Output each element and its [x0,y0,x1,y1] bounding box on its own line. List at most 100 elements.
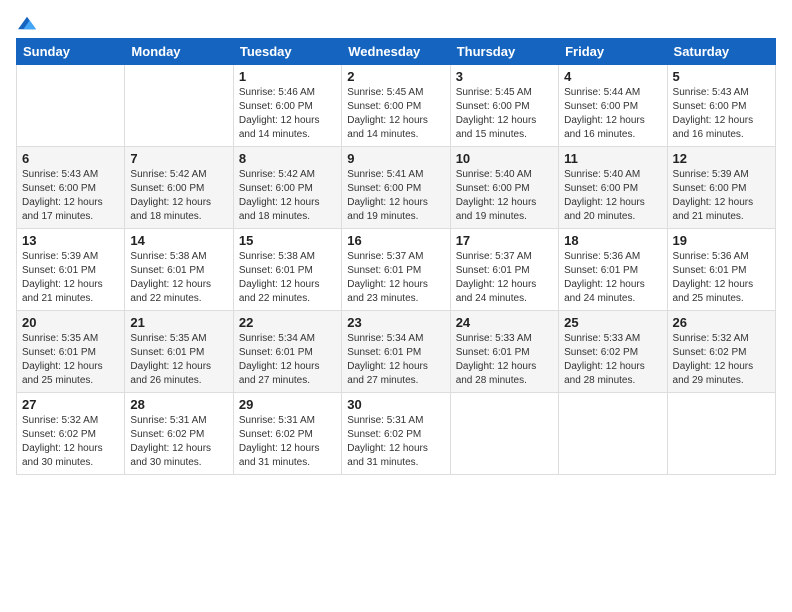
day-number: 29 [239,397,336,412]
day-number: 18 [564,233,661,248]
logo [16,16,36,30]
day-number: 20 [22,315,119,330]
day-number: 5 [673,69,770,84]
calendar-cell: 28 Sunrise: 5:31 AMSunset: 6:02 PMDayligh… [125,393,233,475]
day-info: Sunrise: 5:40 AMSunset: 6:00 PMDaylight:… [456,168,553,224]
day-number: 22 [239,315,336,330]
weekday-header-thursday: Thursday [450,39,558,65]
day-number: 12 [673,151,770,166]
calendar-cell: 24 Sunrise: 5:33 AMSunset: 6:01 PMDayligh… [450,311,558,393]
calendar-cell: 13 Sunrise: 5:39 AMSunset: 6:01 PMDayligh… [17,229,125,311]
day-number: 14 [130,233,227,248]
calendar-cell: 23 Sunrise: 5:34 AMSunset: 6:01 PMDayligh… [342,311,450,393]
day-number: 23 [347,315,444,330]
day-number: 21 [130,315,227,330]
day-info: Sunrise: 5:42 AMSunset: 6:00 PMDaylight:… [130,168,227,224]
calendar-cell: 16 Sunrise: 5:37 AMSunset: 6:01 PMDayligh… [342,229,450,311]
day-info: Sunrise: 5:42 AMSunset: 6:00 PMDaylight:… [239,168,336,224]
day-info: Sunrise: 5:38 AMSunset: 6:01 PMDaylight:… [239,250,336,306]
day-info: Sunrise: 5:45 AMSunset: 6:00 PMDaylight:… [347,86,444,142]
calendar-cell [125,65,233,147]
weekday-header-saturday: Saturday [667,39,775,65]
calendar-cell: 10Sunrise: 5:40 AMSunset: 6:00 PMDayligh… [450,147,558,229]
day-info: Sunrise: 5:34 AMSunset: 6:01 PMDaylight:… [239,332,336,388]
weekday-header-sunday: Sunday [17,39,125,65]
calendar-cell: 29 Sunrise: 5:31 AMSunset: 6:02 PMDayligh… [233,393,341,475]
day-number: 16 [347,233,444,248]
calendar-cell: 4 Sunrise: 5:44 AMSunset: 6:00 PMDaylight… [559,65,667,147]
calendar-week-row: 1 Sunrise: 5:46 AMSunset: 6:00 PMDaylight… [17,65,776,147]
calendar-cell: 14 Sunrise: 5:38 AMSunset: 6:01 PMDayligh… [125,229,233,311]
weekday-header-monday: Monday [125,39,233,65]
calendar-cell: 17 Sunrise: 5:37 AMSunset: 6:01 PMDayligh… [450,229,558,311]
calendar-week-row: 20 Sunrise: 5:35 AMSunset: 6:01 PMDayligh… [17,311,776,393]
day-info: Sunrise: 5:36 AMSunset: 6:01 PMDaylight:… [673,250,770,306]
calendar-cell [559,393,667,475]
day-info: Sunrise: 5:31 AMSunset: 6:02 PMDaylight:… [130,414,227,470]
day-info: Sunrise: 5:35 AMSunset: 6:01 PMDaylight:… [130,332,227,388]
day-number: 13 [22,233,119,248]
day-number: 19 [673,233,770,248]
day-number: 24 [456,315,553,330]
day-info: Sunrise: 5:34 AMSunset: 6:01 PMDaylight:… [347,332,444,388]
day-number: 3 [456,69,553,84]
calendar-cell: 9 Sunrise: 5:41 AMSunset: 6:00 PMDaylight… [342,147,450,229]
day-info: Sunrise: 5:36 AMSunset: 6:01 PMDaylight:… [564,250,661,306]
day-info: Sunrise: 5:38 AMSunset: 6:01 PMDaylight:… [130,250,227,306]
calendar-header-row: SundayMondayTuesdayWednesdayThursdayFrid… [17,39,776,65]
day-number: 27 [22,397,119,412]
day-info: Sunrise: 5:31 AMSunset: 6:02 PMDaylight:… [347,414,444,470]
logo-icon [18,16,36,30]
day-info: Sunrise: 5:35 AMSunset: 6:01 PMDaylight:… [22,332,119,388]
calendar-cell: 7 Sunrise: 5:42 AMSunset: 6:00 PMDaylight… [125,147,233,229]
day-number: 11 [564,151,661,166]
day-info: Sunrise: 5:37 AMSunset: 6:01 PMDaylight:… [347,250,444,306]
day-info: Sunrise: 5:40 AMSunset: 6:00 PMDaylight:… [564,168,661,224]
day-info: Sunrise: 5:43 AMSunset: 6:00 PMDaylight:… [22,168,119,224]
calendar-cell: 27 Sunrise: 5:32 AMSunset: 6:02 PMDayligh… [17,393,125,475]
calendar-cell [17,65,125,147]
weekday-header-wednesday: Wednesday [342,39,450,65]
day-info: Sunrise: 5:32 AMSunset: 6:02 PMDaylight:… [22,414,119,470]
calendar-week-row: 13 Sunrise: 5:39 AMSunset: 6:01 PMDayligh… [17,229,776,311]
calendar-cell: 6Sunrise: 5:43 AMSunset: 6:00 PMDaylight… [17,147,125,229]
calendar-cell: 5 Sunrise: 5:43 AMSunset: 6:00 PMDaylight… [667,65,775,147]
calendar-cell: 12Sunrise: 5:39 AMSunset: 6:00 PMDayligh… [667,147,775,229]
day-info: Sunrise: 5:46 AMSunset: 6:00 PMDaylight:… [239,86,336,142]
day-info: Sunrise: 5:45 AMSunset: 6:00 PMDaylight:… [456,86,553,142]
weekday-header-tuesday: Tuesday [233,39,341,65]
calendar-cell: 30 Sunrise: 5:31 AMSunset: 6:02 PMDayligh… [342,393,450,475]
day-number: 2 [347,69,444,84]
day-info: Sunrise: 5:32 AMSunset: 6:02 PMDaylight:… [673,332,770,388]
calendar-cell: 18 Sunrise: 5:36 AMSunset: 6:01 PMDayligh… [559,229,667,311]
weekday-header-friday: Friday [559,39,667,65]
day-number: 7 [130,151,227,166]
calendar-cell [667,393,775,475]
calendar-cell: 2 Sunrise: 5:45 AMSunset: 6:00 PMDaylight… [342,65,450,147]
calendar-cell: 20 Sunrise: 5:35 AMSunset: 6:01 PMDayligh… [17,311,125,393]
day-info: Sunrise: 5:31 AMSunset: 6:02 PMDaylight:… [239,414,336,470]
day-info: Sunrise: 5:41 AMSunset: 6:00 PMDaylight:… [347,168,444,224]
day-number: 15 [239,233,336,248]
calendar-week-row: 27 Sunrise: 5:32 AMSunset: 6:02 PMDayligh… [17,393,776,475]
day-number: 1 [239,69,336,84]
day-info: Sunrise: 5:33 AMSunset: 6:01 PMDaylight:… [456,332,553,388]
day-info: Sunrise: 5:43 AMSunset: 6:00 PMDaylight:… [673,86,770,142]
calendar-cell: 25Sunrise: 5:33 AMSunset: 6:02 PMDayligh… [559,311,667,393]
day-info: Sunrise: 5:39 AMSunset: 6:01 PMDaylight:… [22,250,119,306]
day-info: Sunrise: 5:37 AMSunset: 6:01 PMDaylight:… [456,250,553,306]
calendar-cell: 19 Sunrise: 5:36 AMSunset: 6:01 PMDayligh… [667,229,775,311]
day-number: 9 [347,151,444,166]
day-info: Sunrise: 5:44 AMSunset: 6:00 PMDaylight:… [564,86,661,142]
calendar-cell: 22 Sunrise: 5:34 AMSunset: 6:01 PMDayligh… [233,311,341,393]
calendar-cell [450,393,558,475]
day-number: 30 [347,397,444,412]
day-number: 25 [564,315,661,330]
day-number: 4 [564,69,661,84]
calendar-week-row: 6Sunrise: 5:43 AMSunset: 6:00 PMDaylight… [17,147,776,229]
day-number: 17 [456,233,553,248]
calendar-cell: 26Sunrise: 5:32 AMSunset: 6:02 PMDayligh… [667,311,775,393]
calendar-cell: 8Sunrise: 5:42 AMSunset: 6:00 PMDaylight… [233,147,341,229]
day-number: 28 [130,397,227,412]
calendar-cell: 21 Sunrise: 5:35 AMSunset: 6:01 PMDayligh… [125,311,233,393]
